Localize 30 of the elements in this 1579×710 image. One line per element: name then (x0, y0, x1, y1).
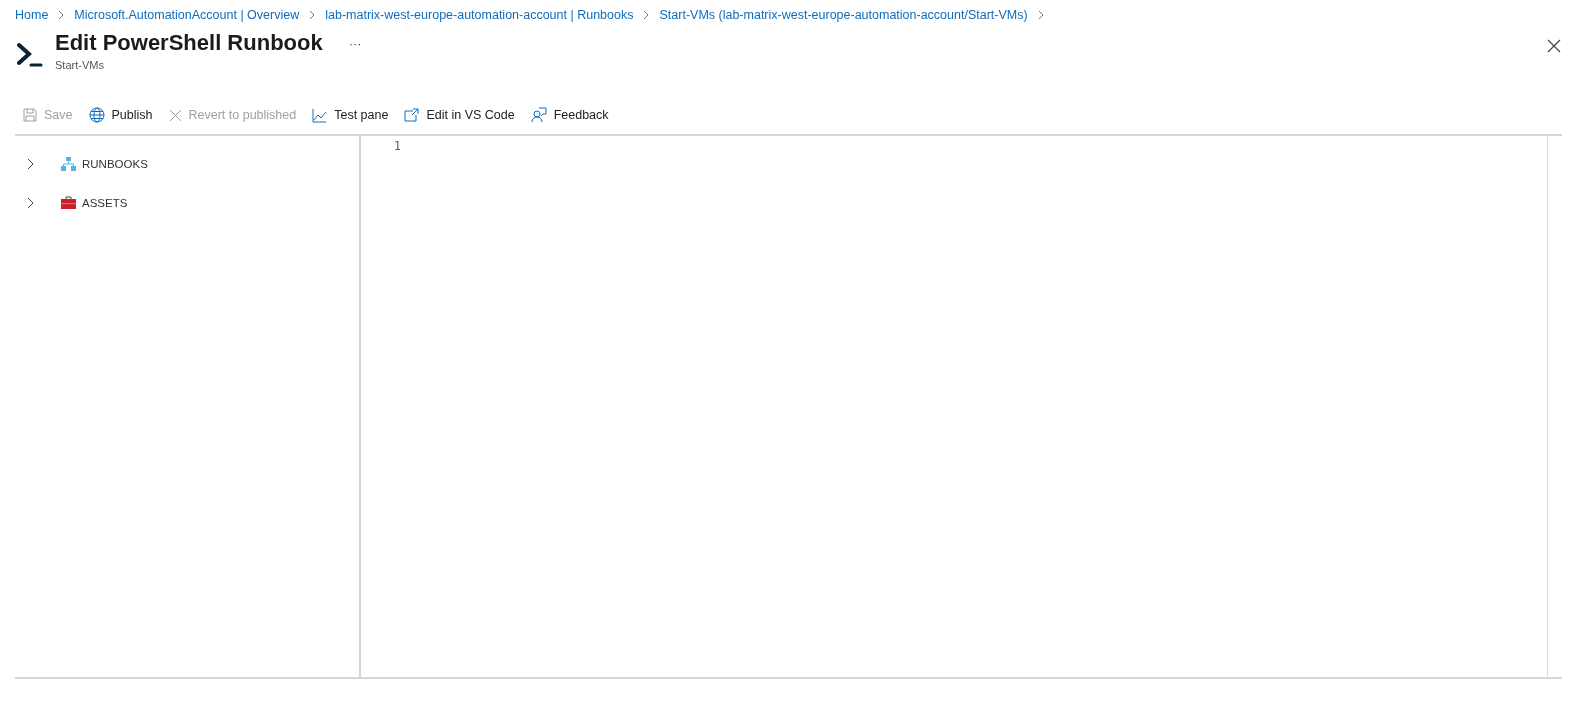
line-chart-icon (312, 107, 328, 123)
toolbox-icon (61, 196, 76, 209)
breadcrumb-link[interactable]: lab-matrix-west-europe-automation-account | Runbooks (325, 8, 634, 22)
page-title: Edit PowerShell Runbook (55, 30, 323, 56)
breadcrumb-link[interactable]: Microsoft.AutomationAccount | Overview (74, 8, 300, 22)
globe-icon (88, 107, 105, 123)
external-link-icon (404, 108, 420, 122)
chevron-icon[interactable] (27, 157, 35, 170)
chevron-icon (642, 10, 651, 20)
line-number: 1 (392, 139, 401, 153)
chevron-icon[interactable] (27, 196, 35, 209)
more-button[interactable]: ··· (344, 35, 366, 51)
powershell-prompt-icon (17, 42, 43, 68)
hierarchy-icon (61, 156, 76, 171)
tree-item[interactable]: ASSETS (15, 183, 359, 222)
feedback-button[interactable]: Feedback (530, 107, 609, 123)
vscode-button[interactable]: Edit in VS Code (404, 108, 515, 122)
save-icon (23, 108, 37, 122)
tree-item[interactable]: RUNBOOKS (15, 144, 359, 183)
feedback-icon (530, 107, 547, 123)
chevron-icon (308, 10, 317, 20)
chevron-icon (57, 10, 66, 20)
close-icon (168, 108, 182, 122)
test-button[interactable]: Test pane (312, 107, 389, 123)
breadcrumb-link[interactable]: Home (15, 8, 49, 22)
page-subtitle: Start-VMs (55, 59, 105, 71)
close-button[interactable] (1546, 38, 1562, 54)
breadcrumb-link[interactable]: Start-VMs (lab-matrix-west-europe-automation-account/Start-VMs) (659, 8, 1028, 22)
chevron-icon (1036, 10, 1045, 20)
publish-button[interactable]: Publish (88, 107, 153, 123)
